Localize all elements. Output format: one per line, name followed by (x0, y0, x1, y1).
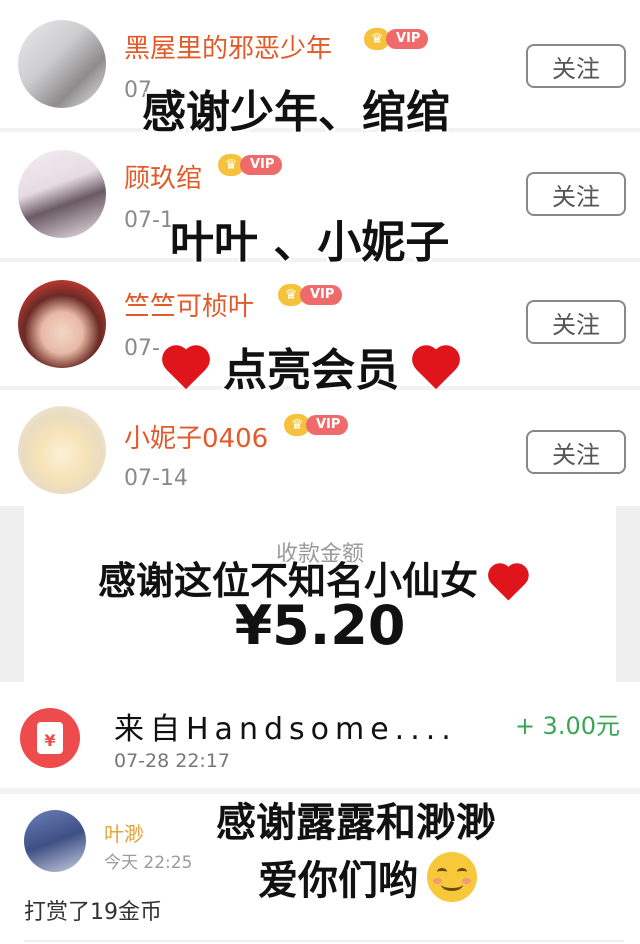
divider (24, 940, 624, 942)
avatar[interactable] (18, 406, 106, 494)
transaction-from: 来自Handsome.... (114, 712, 457, 747)
vip-badge: ♛ VIP (284, 414, 349, 436)
heart-icon (410, 345, 462, 391)
avatar[interactable] (18, 280, 106, 368)
vip-label: VIP (306, 415, 349, 435)
follow-button[interactable]: 关注 (526, 172, 626, 216)
follow-date: 07- (124, 336, 160, 361)
transaction-row[interactable]: ¥ 来自Handsome.... + 3.00元 07-28 22:17 (0, 688, 640, 788)
vip-label: VIP (300, 285, 343, 305)
red-packet-icon: ¥ (20, 708, 80, 768)
vip-badge: ♛ VIP (218, 154, 283, 176)
username[interactable]: 竺竺可桢叶 (124, 286, 254, 323)
transaction-time: 07-28 22:17 (114, 750, 231, 772)
overlay-caption: 感谢露露和渺渺 (216, 800, 496, 846)
username[interactable]: 黑屋里的邪恶少年 (124, 28, 332, 65)
overlay-caption: 感谢这位不知名小仙女 (98, 559, 479, 603)
follow-date: 07-14 (124, 466, 188, 491)
overlay-caption: 叶叶 、小妮子 (170, 217, 450, 268)
follow-button[interactable]: 关注 (526, 44, 626, 88)
tip-time: 今天 22:25 (104, 853, 193, 873)
overlay-caption-row: 感谢这位不知名小仙女 (98, 550, 527, 605)
vip-label: VIP (240, 155, 283, 175)
overlay-caption-row: 点亮会员 (160, 334, 462, 398)
tipper-name[interactable]: 叶渺 (104, 818, 144, 847)
vip-badge: ♛ VIP (364, 28, 429, 50)
overlay-caption: 爱你们哟 (258, 858, 418, 904)
heart-icon (160, 345, 212, 391)
avatar[interactable] (18, 150, 106, 238)
follow-date: 07-1 (124, 208, 174, 233)
overlay-caption: 感谢少年、绾绾 (142, 87, 450, 138)
transaction-amount: + 3.00元 (514, 712, 620, 740)
avatar[interactable] (24, 810, 86, 872)
username[interactable]: 小妮子0406 (124, 418, 268, 455)
follow-button[interactable]: 关注 (526, 300, 626, 344)
tip-text: 打赏了19金币 (24, 900, 162, 925)
follower-row[interactable]: 小妮子0406 ♛ VIP 07-14 关注 (0, 390, 640, 506)
overlay-caption-row: 爱你们哟 (258, 848, 478, 906)
heart-icon (486, 563, 523, 597)
follow-button[interactable]: 关注 (526, 430, 626, 474)
vip-badge: ♛ VIP (278, 284, 343, 306)
username[interactable]: 顾玖绾 (124, 158, 202, 195)
smiling-face-icon (427, 852, 478, 902)
overlay-caption: 点亮会员 (223, 345, 400, 396)
vip-label: VIP (386, 29, 429, 49)
avatar[interactable] (18, 20, 106, 108)
